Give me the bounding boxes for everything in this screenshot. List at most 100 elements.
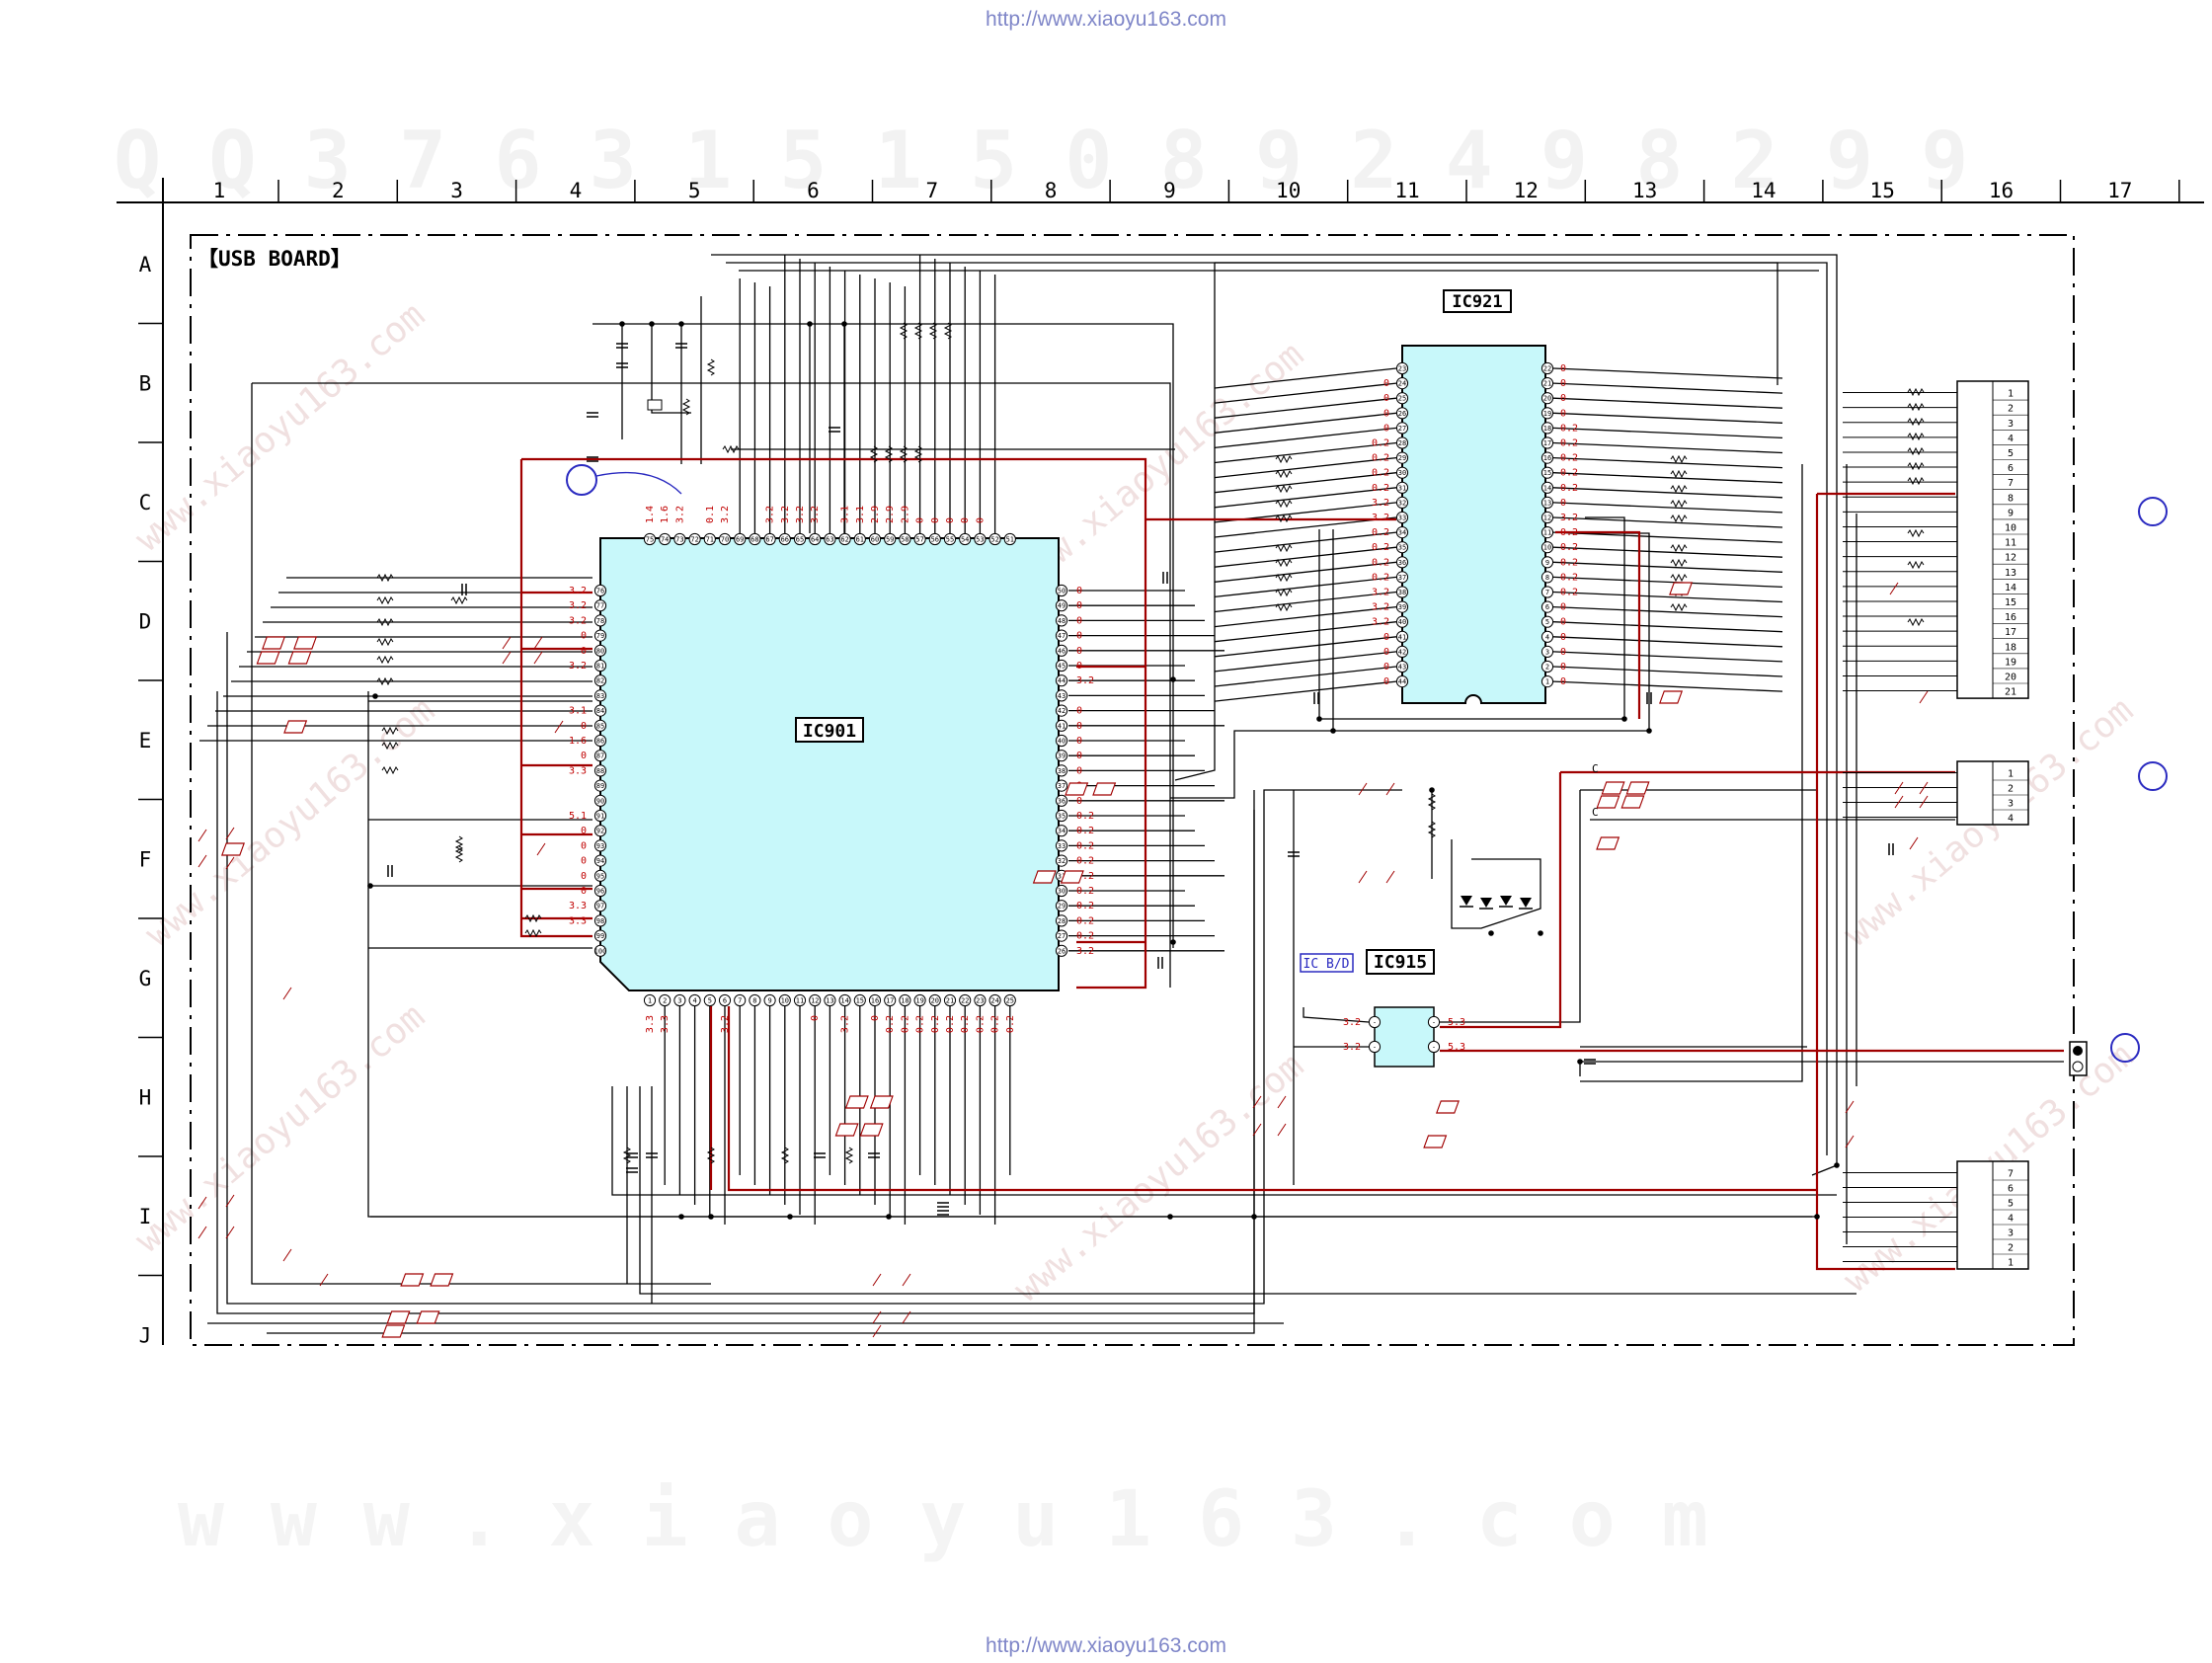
ic901-voltage: 0 (1076, 796, 1082, 807)
ic901-voltage: 0 (915, 517, 926, 523)
ic901-voltage: 0 (1076, 615, 1082, 626)
reference-marker (2138, 497, 2168, 526)
hatched-symbol-line (282, 1248, 292, 1262)
column-label: 5 (688, 179, 701, 202)
ic-pin-number: 64 (811, 536, 819, 544)
ic-pin-number: 84 (596, 707, 604, 715)
row-label: G (139, 967, 152, 990)
ic-pin-number: 10 (781, 997, 789, 1005)
connector-pin-number: 6 (2008, 463, 2014, 474)
ic901-voltage: 3.2 (720, 1015, 731, 1033)
row-label: C (139, 491, 152, 515)
connector-pin-number: 1 (2008, 769, 2014, 780)
ic921-voltage: 0 (1560, 408, 1566, 419)
connector-h (2069, 1041, 2088, 1076)
junction-dot (372, 693, 378, 699)
ic-pin-number: 9 (1545, 559, 1549, 567)
connector-pin-number: 1 (2008, 1258, 2014, 1269)
wire (1214, 651, 1397, 673)
junction-dot (807, 321, 813, 327)
ic-pin-number: 15 (1543, 469, 1551, 477)
ic-pin-number: 22 (1543, 365, 1551, 373)
ic921-voltage: 0.2 (1372, 468, 1389, 479)
junction-dot (1170, 939, 1176, 945)
ic901-voltage: 0 (581, 826, 587, 836)
ic901-voltage: 3.3 (569, 901, 587, 911)
connector-pin-number: 2 (2008, 404, 2014, 415)
hatched-symbol (256, 651, 280, 665)
ic-pin-number: 96 (596, 888, 604, 896)
ic-pin-number: 77 (596, 602, 604, 610)
row-label: E (139, 729, 152, 752)
wire (1552, 636, 1783, 648)
ic-pin-number: 49 (1058, 602, 1066, 610)
connector-pin-number: 21 (2005, 687, 2016, 698)
connector-f: 1 2 3 4 (1843, 760, 2029, 826)
resistor (1670, 514, 1688, 523)
ic-pin-number: 19 (915, 997, 923, 1005)
wire (1214, 680, 1397, 702)
resistor (1907, 432, 1925, 441)
ic901-voltage: 0 (810, 1015, 821, 1021)
ic921-body (1401, 345, 1546, 704)
ic-pin-number: 67 (765, 536, 773, 544)
ic921-voltage: 0 (1560, 393, 1566, 404)
ic901-voltage: 0 (581, 721, 587, 732)
connector-pin-number: 8 (2008, 493, 2014, 504)
resistor (1907, 461, 1925, 471)
ic921-voltage: 0.2 (1372, 527, 1389, 538)
ic921-voltage: 3.2 (1560, 513, 1578, 523)
ic901-voltage: 1.6 (660, 506, 671, 523)
wire (1214, 487, 1397, 509)
ic901-voltage: 0.2 (1076, 840, 1094, 851)
resistor (706, 358, 716, 376)
ic901-voltage: 0 (930, 517, 941, 523)
ic901-voltage: 2.9 (870, 506, 881, 523)
ic-pin-number: 99 (596, 932, 604, 940)
ic-pin-number: 22 (961, 997, 969, 1005)
ic-pin-number: 21 (946, 997, 954, 1005)
junction-dot (1316, 716, 1322, 722)
ic-pin-number: 2 (663, 997, 667, 1005)
junction-dot (1167, 1214, 1173, 1220)
ic-pin-number: 98 (596, 917, 604, 925)
ic901-voltage: 0.2 (885, 1015, 896, 1033)
hatched-symbol (1092, 782, 1117, 796)
connector-pin-number: 5 (2008, 448, 2014, 459)
wire (1552, 382, 1783, 394)
ic-pin-number: 14 (840, 997, 848, 1005)
ic921-voltage: 0 (1560, 647, 1566, 658)
ic921-voltage: 0.2 (1560, 438, 1578, 449)
hatched-symbol-line (502, 651, 512, 665)
board-title: 【USB BOARD】 (198, 247, 352, 271)
connector-pin-number: 7 (2008, 478, 2014, 489)
ic-pin-number: 52 (990, 536, 998, 544)
junction-dot (1330, 728, 1336, 734)
junction-dot (1251, 1214, 1257, 1220)
ic-pin-number: 39 (1058, 752, 1066, 760)
resistor (1907, 617, 1925, 627)
wire (1174, 263, 1216, 781)
hatched-symbol-line (1909, 836, 1919, 850)
resistor (1275, 558, 1293, 568)
column-label: 2 (332, 179, 345, 202)
ic901-voltage: 0.2 (900, 1015, 910, 1033)
hatched-symbol (859, 1123, 884, 1137)
ic921-voltage: 3.2 (1372, 617, 1389, 628)
ic-pin-number: 29 (1398, 454, 1406, 462)
hatched-symbol-line (1277, 1123, 1287, 1137)
resistor (1670, 573, 1688, 583)
connector-f-label: C (1592, 762, 1599, 775)
ic-pin-number: 8 (1545, 574, 1549, 582)
wire (1451, 839, 1541, 929)
ic-pin-number: 4 (692, 997, 696, 1005)
resistor (1275, 573, 1293, 583)
ic901-voltage: 3.2 (1076, 675, 1094, 686)
column-label: 9 (1163, 179, 1176, 202)
ic901-voltage: 0.1 (705, 506, 716, 523)
ic-pin-number: 100 (594, 947, 607, 955)
footer-url[interactable]: http://www.xiaoyu163.com (0, 1634, 2212, 1658)
ic901-voltage: 2.9 (885, 506, 896, 523)
wire (1214, 666, 1397, 687)
ic901-voltage: 0.2 (1076, 901, 1094, 911)
